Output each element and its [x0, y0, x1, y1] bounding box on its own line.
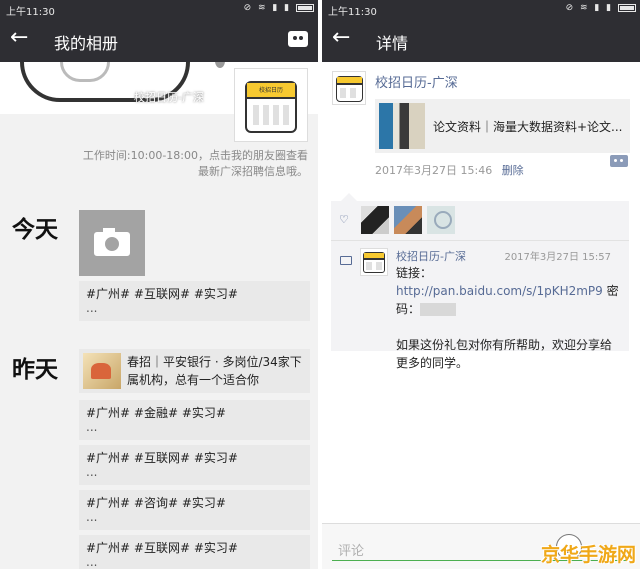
calendar-icon: 校招日历 [245, 81, 297, 133]
avatar[interactable] [332, 71, 366, 105]
signature-line-2: 最新广深招聘信息哦。 [198, 165, 308, 178]
status-bar: 上午11:30 ⊘ ≋ ▮ ▮ [0, 0, 318, 18]
back-arrow-icon[interactable]: ← [10, 26, 28, 50]
post-more: ... [86, 510, 98, 524]
watermark: 京华手游网 [540, 544, 636, 566]
list-item[interactable]: #广州# #咨询# #实习# ... [79, 490, 310, 530]
share-title: 春招｜平安银行 · 多岗位/34家下属机构，总有一个适合你 [127, 355, 302, 387]
post-text: #广州# #金融# #实习# [86, 406, 226, 420]
link-prefix: 链接： [396, 266, 433, 280]
link-thumbnail [379, 103, 425, 149]
camera-lens [102, 234, 122, 254]
list-item[interactable]: #广州# #互联网# #实习# ... [79, 281, 310, 321]
calendar-label: 校招日历 [247, 83, 295, 99]
list-item[interactable]: 春招｜平安银行 · 多岗位/34家下属机构，总有一个适合你 [79, 349, 310, 393]
share-thumbnail [83, 353, 121, 389]
profile-signature: 工作时间:10:00-18:00，点击我的朋友圈查看 最新广深招聘信息哦。 [48, 148, 308, 180]
page-title: 我的相册 [54, 34, 119, 53]
battery-icon [618, 3, 636, 12]
liker-avatar[interactable] [427, 206, 455, 234]
album-screen: 上午11:30 ⊘ ≋ ▮ ▮ ← 我的相册 校招日历-广深 校招日历 工作时间… [0, 0, 318, 569]
liker-avatar[interactable] [394, 206, 422, 234]
post-timestamp: 2017年3月27日 15:46 [375, 164, 493, 177]
separator [331, 240, 629, 241]
post-more: ... [86, 301, 98, 315]
delete-link[interactable]: 删除 [502, 164, 524, 177]
post-text: #广州# #互联网# #实习# [86, 287, 238, 301]
post-text: #广州# #咨询# #实习# [86, 496, 226, 510]
comment-menu-icon[interactable] [610, 155, 628, 167]
comment-input[interactable]: 评论 [338, 540, 364, 559]
add-photo-button[interactable] [79, 210, 145, 276]
list-item[interactable]: #广州# #金融# #实习# ... [79, 400, 310, 440]
commenter-avatar[interactable] [360, 248, 388, 276]
comment-text: 链接：http://pan.baidu.com/s/1pKH2mP9 密码： 如… [396, 264, 621, 390]
baidu-pan-link[interactable]: http://pan.baidu.com/s/1pKH2mP9 [396, 284, 603, 298]
list-item[interactable]: #广州# #互联网# #实习# ... [79, 535, 310, 569]
post-text: #广州# #互联网# #实习# [86, 541, 238, 555]
list-item[interactable]: #广州# #互联网# #实习# ... [79, 445, 310, 485]
post-more: ... [86, 465, 98, 479]
status-time: 上午11:30 [6, 7, 55, 18]
signature-line-1: 工作时间:10:00-18:00，点击我的朋友圈查看 [82, 149, 308, 162]
title-bar: ← 详情 [322, 18, 640, 62]
likes-and-comments: ♡ 校招日历-广深 2017年3月27日 15:57 链接： http://pan… [331, 193, 629, 370]
screenshot: 上午11:30 ⊘ ≋ ▮ ▮ ← 我的相册 校招日历-广深 校招日历 工作时间… [0, 0, 640, 569]
battery-icon [296, 3, 314, 12]
status-icons: ⊘ ≋ ▮ ▮ [244, 3, 314, 13]
liker-avatar[interactable] [361, 206, 389, 234]
camera-icon[interactable] [288, 31, 308, 47]
password-mask [420, 303, 457, 316]
page-title: 详情 [376, 34, 409, 53]
calendar-icon [363, 252, 385, 273]
shared-link-card[interactable]: 论文资料｜海量大数据资料+论文... [375, 99, 630, 153]
comment-time: 2017年3月27日 15:57 [504, 252, 611, 263]
commenter-name[interactable]: 校招日历-广深 [396, 248, 466, 264]
heart-icon: ♡ [339, 213, 349, 226]
post-more: ... [86, 420, 98, 434]
status-time: 上午11:30 [328, 7, 377, 18]
profile-name: 校招日历-广深 [134, 91, 204, 104]
avatar[interactable]: 校招日历 [234, 68, 308, 142]
status-icons: ⊘ ≋ ▮ ▮ [566, 3, 636, 13]
poster-name[interactable]: 校招日历-广深 [375, 72, 458, 91]
status-bar: 上午11:30 ⊘ ≋ ▮ ▮ [322, 0, 640, 18]
post-more: ... [86, 555, 98, 569]
title-bar: ← 我的相册 [0, 18, 318, 62]
link-title: 论文资料｜海量大数据资料+论文... [433, 120, 623, 134]
post-meta: 2017年3月27日 15:46 删除 [375, 162, 524, 178]
post-text: #广州# #互联网# #实习# [86, 451, 238, 465]
back-arrow-icon[interactable]: ← [332, 26, 350, 50]
day-label-today: 今天 [12, 217, 58, 243]
comment-message: 如果这份礼包对你有所帮助，欢迎分享给更多的同学。 [396, 338, 613, 370]
calendar-icon [336, 76, 363, 102]
comment-icon [340, 256, 352, 265]
day-label-yesterday: 昨天 [12, 357, 58, 383]
